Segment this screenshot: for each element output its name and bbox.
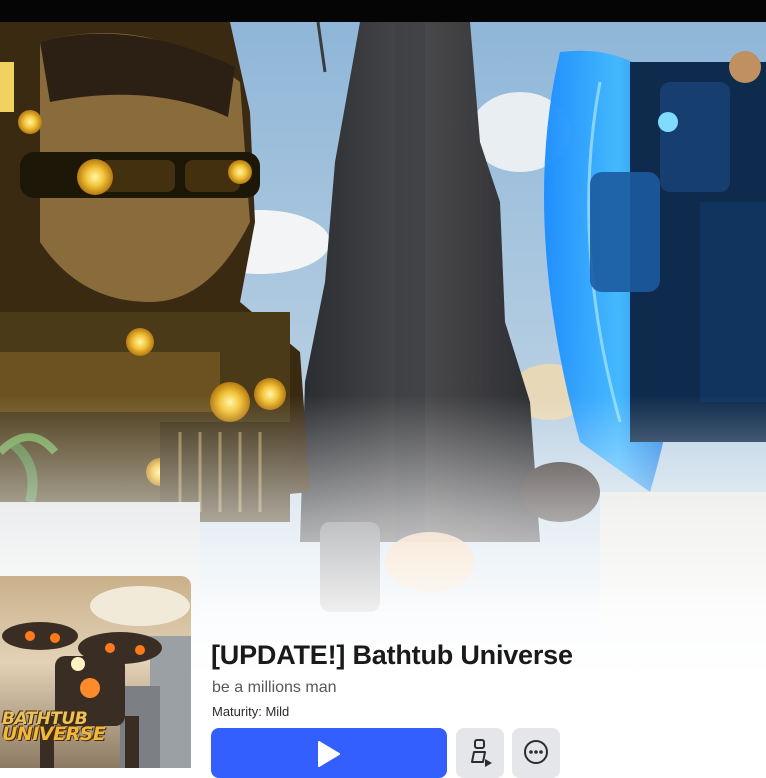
avatar-play-icon: [471, 739, 492, 767]
game-thumbnail[interactable]: BATHTUB UNIVERSE: [0, 576, 191, 768]
play-button[interactable]: [211, 728, 447, 778]
more-options-icon: [524, 740, 548, 764]
maturity-rating: Maturity: Mild: [212, 704, 290, 719]
game-description: be a millions man: [212, 679, 337, 696]
game-title: [UPDATE!] Bathtub Universe: [211, 640, 573, 670]
thumbnail-logo: BATHTUB UNIVERSE: [2, 711, 106, 745]
more-options-button[interactable]: [512, 728, 560, 778]
avatar-play-button[interactable]: [456, 728, 504, 778]
thumbnail-logo-line2: UNIVERSE: [2, 723, 106, 745]
top-bar: [0, 0, 766, 22]
play-icon: [318, 741, 340, 767]
